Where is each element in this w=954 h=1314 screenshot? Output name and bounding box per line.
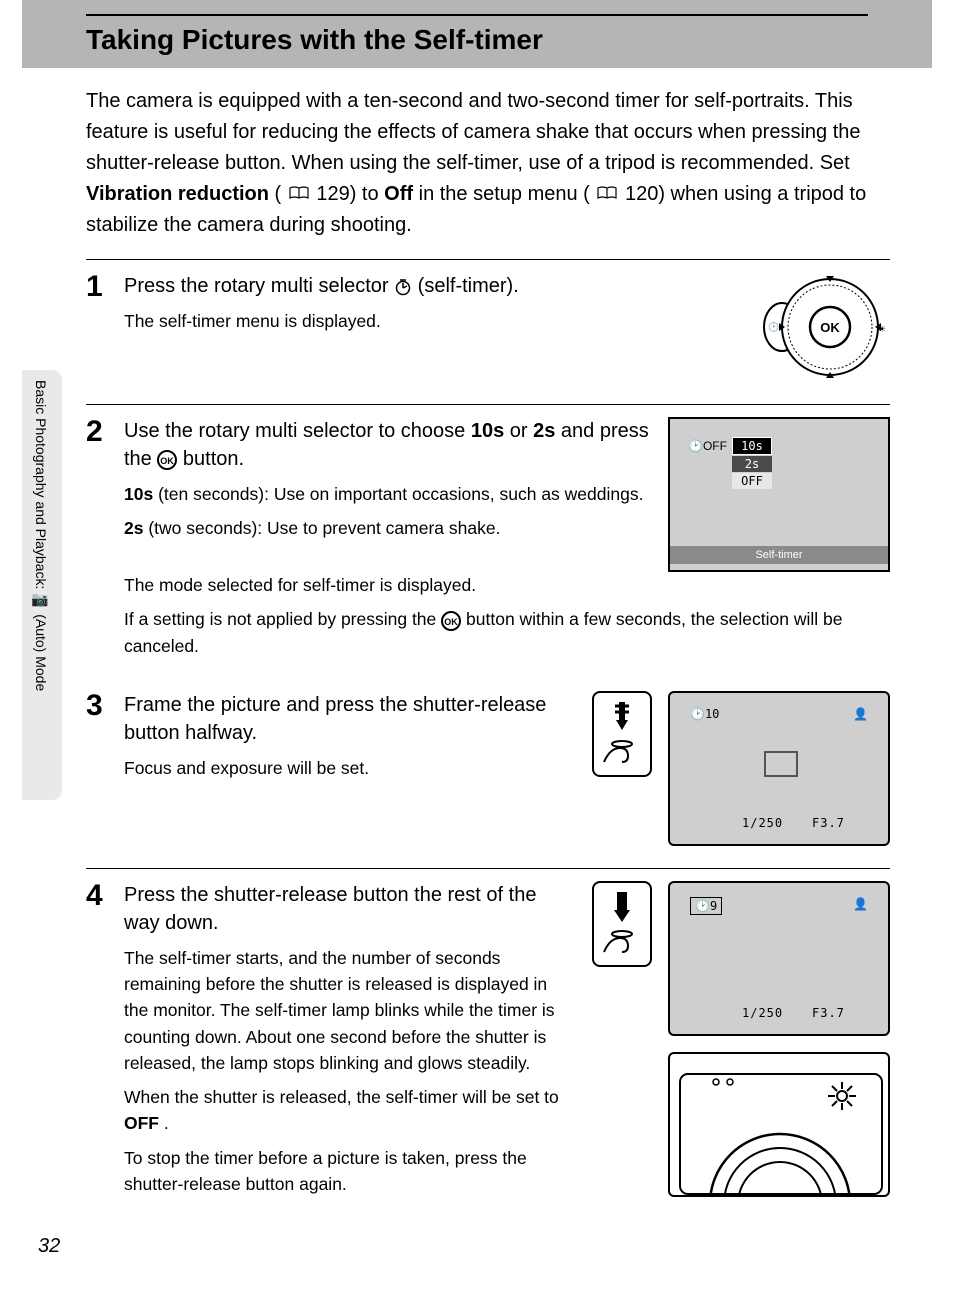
step2-desc3: The mode selected for self-timer is disp… <box>124 572 890 598</box>
intro-paragraph: The camera is equipped with a ten-second… <box>0 68 954 259</box>
lcd-fstop: F3.7 <box>812 1006 845 1020</box>
intro-bold-off: Off <box>384 183 413 205</box>
header-band: Taking Pictures with the Self-timer <box>22 0 932 68</box>
camera-top-figure <box>668 1052 890 1197</box>
step-number: 3 <box>86 691 110 846</box>
t: or <box>510 420 533 442</box>
step-4: 4 Press the shutter-release button the r… <box>0 869 954 1217</box>
lcd-face-icon: 👤 <box>853 707 868 721</box>
menu-opt-2s: 2s <box>732 456 772 472</box>
step-number: 2 <box>86 417 110 667</box>
t: 2s <box>533 420 555 442</box>
t: If a setting is not applied by pressing … <box>124 609 441 629</box>
lcd-figure-step4: 🕑9 👤 1/250 F3.7 <box>668 881 890 1036</box>
t: 10s <box>124 484 153 504</box>
svg-text:OK: OK <box>444 617 458 627</box>
step-2: 2 Use the rotary multi selector to choos… <box>0 405 954 679</box>
book-icon <box>597 179 617 210</box>
step2-desc2: 2s (two seconds): Use to prevent camera … <box>124 515 652 541</box>
t: Use the rotary multi selector to choose <box>124 420 471 442</box>
t: 2s <box>124 518 143 538</box>
lcd-timer-indicator: 🕑10 <box>690 707 719 721</box>
menu-opt-off: OFF <box>732 473 772 489</box>
t: OFF <box>124 1113 159 1133</box>
book-icon <box>289 179 309 210</box>
lcd-timer-indicator: 🕑9 <box>690 897 722 915</box>
page-title: Taking Pictures with the Self-timer <box>22 24 932 68</box>
step2-head: Use the rotary multi selector to choose … <box>124 417 652 473</box>
lcd-shutter: 1/250 <box>742 816 783 830</box>
step-number: 4 <box>86 881 110 1205</box>
menu-opt-10s: 10s <box>732 437 772 455</box>
menu-items: 10s 2s OFF <box>732 437 772 490</box>
ok-label: OK <box>820 320 840 335</box>
step-1: 1 Press the rotary multi selector (self-… <box>0 260 954 394</box>
step1-head: Press the rotary multi selector (self-ti… <box>124 272 714 300</box>
lcd-figure-step3: 🕑10 👤 1/250 F3.7 <box>668 691 890 846</box>
header-rule <box>86 14 868 16</box>
step4-desc2: When the shutter is released, the self-t… <box>124 1084 576 1137</box>
step1-head-a: Press the rotary multi selector <box>124 275 394 297</box>
rotary-dial-figure: OK 🕑 ☀ <box>730 272 890 382</box>
intro-text-a: The camera is equipped with a ten-second… <box>86 90 861 174</box>
t: (ten seconds): Use on important occasion… <box>158 484 643 504</box>
self-timer-icon <box>394 275 418 297</box>
step3-head: Frame the picture and press the shutter-… <box>124 691 576 747</box>
lcd-fstop: F3.7 <box>812 816 845 830</box>
intro-ref1: 129) to <box>316 183 384 205</box>
step3-desc: Focus and exposure will be set. <box>124 755 576 781</box>
t: 10s <box>471 420 504 442</box>
self-timer-menu-figure: 🕑OFF 10s 2s OFF Self-timer <box>668 417 890 572</box>
page-number: 32 <box>38 1235 60 1258</box>
step-number: 1 <box>86 272 110 382</box>
step1-desc: The self-timer menu is displayed. <box>124 308 714 334</box>
t: (two seconds): Use to prevent camera sha… <box>148 518 500 538</box>
half-press-figure <box>592 691 652 777</box>
step4-desc1: The self-timer starts, and the number of… <box>124 945 576 1076</box>
t: button. <box>183 448 244 470</box>
menu-indicator: 🕑OFF <box>688 439 727 453</box>
intro-text-b: ( <box>275 183 282 205</box>
lcd-shutter: 1/250 <box>742 1006 783 1020</box>
step2-desc4: If a setting is not applied by pressing … <box>124 606 890 659</box>
svg-text:🕑: 🕑 <box>768 321 779 332</box>
t: . <box>164 1113 169 1133</box>
sidebar-label: Basic Photography and Playback: 📷 (Auto)… <box>32 380 50 790</box>
step4-head: Press the shutter-release button the res… <box>124 881 576 937</box>
step4-desc3: To stop the timer before a picture is ta… <box>124 1145 576 1198</box>
lcd-face-icon: 👤 <box>853 897 868 911</box>
step2-desc1: 10s (ten seconds): Use on important occa… <box>124 481 652 507</box>
focus-area <box>764 751 798 777</box>
menu-footer: Self-timer <box>670 546 888 564</box>
svg-text:☀: ☀ <box>878 324 886 334</box>
ok-icon: OK <box>157 448 183 470</box>
step1-head-b: (self-timer). <box>418 275 519 297</box>
t: When the shutter is released, the self-t… <box>124 1087 559 1107</box>
intro-bold-vr: Vibration reduction <box>86 183 269 205</box>
svg-text:OK: OK <box>161 456 175 466</box>
step-3: 3 Frame the picture and press the shutte… <box>0 679 954 858</box>
full-press-figure <box>592 881 652 967</box>
intro-text-c: in the setup menu ( <box>419 183 590 205</box>
ok-icon: OK <box>441 609 466 629</box>
